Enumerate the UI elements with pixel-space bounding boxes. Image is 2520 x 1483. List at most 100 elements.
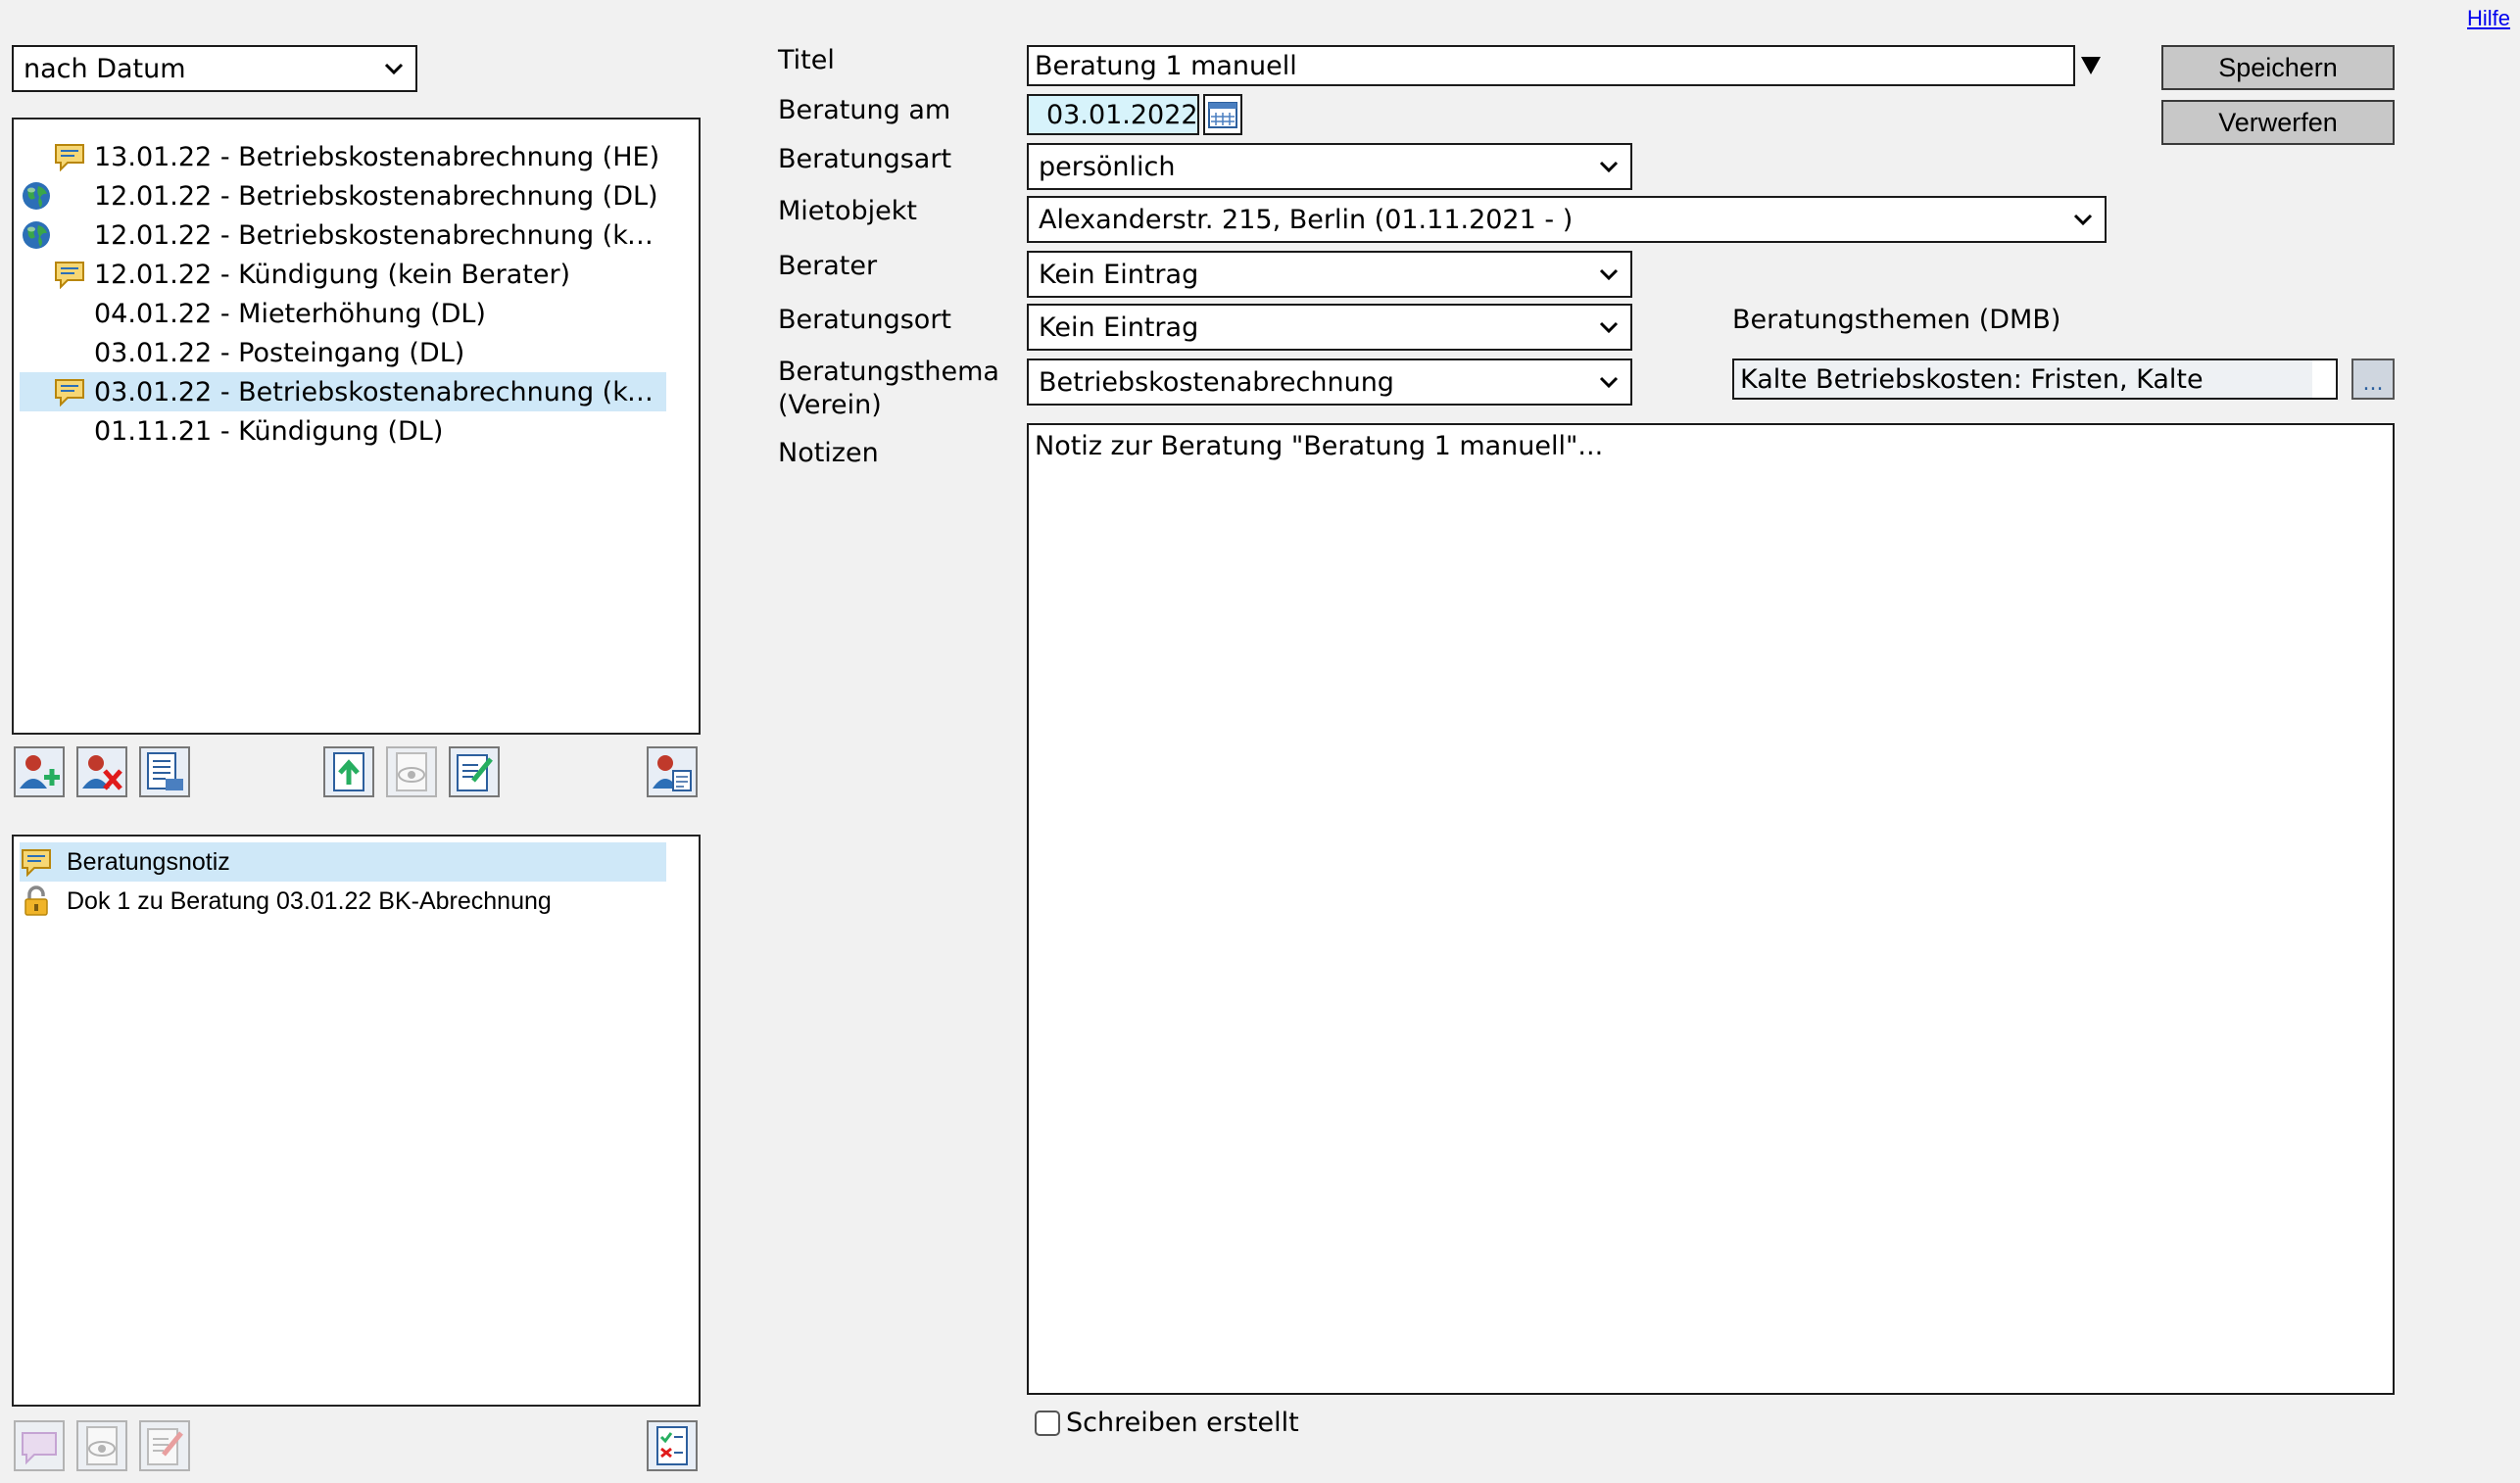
lock-icon (20, 885, 53, 918)
sort-select-value: nach Datum (24, 53, 186, 84)
document-list[interactable]: Beratungsnotiz Dok 1 zu Beratung 03.01.22… (12, 835, 701, 1407)
list-item[interactable]: 12.01.22 - Kündigung (kein Berater) (20, 255, 666, 294)
notes-label: Notizen (778, 438, 879, 468)
place-select[interactable]: Kein Eintrag (1027, 304, 1632, 351)
list-item[interactable]: 03.01.22 - Betriebskostenabrechnung (kei… (20, 372, 666, 411)
document-list-icon (147, 752, 183, 790)
list-item-label: 12.01.22 - Kündigung (kein Berater) (94, 259, 571, 290)
help-link[interactable]: Hilfe (2467, 6, 2510, 31)
speech-bubble-icon (22, 1432, 57, 1465)
type-select-value: persönlich (1039, 151, 1176, 182)
upload-icon (333, 752, 364, 791)
date-label: Beratung am (778, 95, 951, 125)
note-icon (53, 140, 86, 173)
title-input-value: Beratung 1 manuell (1035, 50, 1297, 81)
consultation-details-button[interactable] (139, 746, 190, 797)
edit-icon (457, 754, 493, 791)
view-note-button[interactable] (76, 1420, 127, 1471)
chevron-down-icon (1597, 370, 1621, 394)
notes-textarea-value: Notiz zur Beratung "Beratung 1 manuell".… (1035, 431, 1604, 461)
consultation-list[interactable]: 13.01.22 - Betriebskostenabrechnung (HE)… (12, 118, 701, 735)
add-consultation-button[interactable] (14, 746, 65, 797)
topic-select-value: Betriebskostenabrechnung (1039, 366, 1394, 398)
notes-textarea[interactable]: Notiz zur Beratung "Beratung 1 manuell".… (1027, 423, 2395, 1395)
list-item-label: 03.01.22 - Posteingang (DL) (94, 337, 465, 368)
eye-icon (86, 1426, 118, 1465)
object-select[interactable]: Alexanderstr. 215, Berlin (01.11.2021 - … (1027, 196, 2107, 243)
title-dropdown-button[interactable] (2075, 45, 2107, 86)
view-document-button[interactable] (386, 746, 437, 797)
chevron-down-icon (2071, 208, 2095, 231)
save-button[interactable]: Speichern (2161, 45, 2395, 90)
title-input[interactable]: Beratung 1 manuell (1027, 45, 2075, 86)
list-item[interactable]: 12.01.22 - Betriebskostenabrechnung (DL) (20, 176, 666, 215)
topic-select[interactable]: Betriebskostenabrechnung (1027, 359, 1632, 406)
object-label: Mietobjekt (778, 196, 917, 226)
date-picker-button[interactable] (1203, 94, 1242, 135)
user-document-icon (653, 755, 692, 791)
list-item[interactable]: 01.11.21 - Kündigung (DL) (20, 411, 666, 451)
list-item-label: 12.01.22 - Betriebskostenabrechnung (kei… (94, 219, 666, 251)
discard-button[interactable]: Verwerfen (2161, 100, 2395, 145)
edit-note-button[interactable] (139, 1420, 190, 1471)
topic-label: Beratungsthema (Verein) (778, 356, 999, 422)
list-item[interactable]: 12.01.22 - Betriebskostenabrechnung (kei… (20, 215, 666, 255)
note-icon (20, 845, 53, 879)
new-note-button[interactable] (14, 1420, 65, 1471)
dmb-topics-browse-button[interactable]: ... (2351, 359, 2395, 400)
list-item[interactable]: 13.01.22 - Betriebskostenabrechnung (HE) (20, 137, 666, 176)
list-item[interactable]: Dok 1 zu Beratung 03.01.22 BK-Abrechnung (20, 882, 666, 921)
list-item-label: 04.01.22 - Mieterhöhung (DL) (94, 298, 486, 329)
chevron-down-icon (1597, 315, 1621, 339)
list-item-label: 12.01.22 - Betriebskostenabrechnung (DL) (94, 180, 658, 212)
type-select[interactable]: persönlich (1027, 143, 1632, 190)
topic-label-line-1: Beratungsthema (778, 357, 999, 387)
advisor-select-value: Kein Eintrag (1039, 259, 1199, 290)
place-select-value: Kein Eintrag (1039, 311, 1199, 343)
edit-document-button[interactable] (449, 746, 500, 797)
title-label: Titel (778, 45, 835, 75)
add-user-icon (20, 755, 60, 789)
object-select-value: Alexanderstr. 215, Berlin (01.11.2021 - … (1039, 204, 1574, 235)
note-icon (53, 258, 86, 291)
date-input-value: 03.01.2022 (1046, 99, 1198, 130)
chevron-down-icon (1597, 263, 1621, 286)
triangle-down-icon (2081, 57, 2101, 74)
checklist-button[interactable] (647, 1420, 698, 1471)
dmb-topics-field[interactable]: Kalte Betriebskosten: Fristen, Kalte (1732, 359, 2338, 400)
date-input[interactable]: 03.01.2022 (1027, 94, 1199, 135)
list-item[interactable]: 03.01.22 - Posteingang (DL) (20, 333, 666, 372)
empty-icon (53, 297, 86, 330)
advisor-label: Berater (778, 251, 878, 281)
empty-icon (53, 336, 86, 369)
note-icon (53, 375, 86, 408)
list-item-label: 03.01.22 - Betriebskostenabrechnung (kei… (94, 376, 666, 407)
type-label: Beratungsart (778, 144, 952, 174)
consultation-report-button[interactable] (647, 746, 698, 797)
dmb-topics-value: Kalte Betriebskosten: Fristen, Kalte (1740, 363, 2204, 395)
list-item-label: Beratungsnotiz (67, 847, 230, 876)
topic-label-line-2: (Verein) (778, 390, 882, 420)
place-label: Beratungsort (778, 305, 952, 335)
eye-icon (396, 752, 427, 791)
checklist-icon (656, 1426, 688, 1465)
list-item[interactable]: 04.01.22 - Mieterhöhung (DL) (20, 294, 666, 333)
dmb-topics-browse-label: ... (2362, 371, 2384, 396)
calendar-icon (1208, 102, 1237, 128)
letter-created-label: Schreiben erstellt (1066, 1408, 1299, 1438)
delete-consultation-button[interactable] (76, 746, 127, 797)
advisor-select[interactable]: Kein Eintrag (1027, 251, 1632, 298)
chevron-down-icon (1597, 155, 1621, 178)
list-item-label: 13.01.22 - Betriebskostenabrechnung (HE) (94, 141, 660, 172)
globe-icon (20, 179, 53, 213)
list-item[interactable]: Beratungsnotiz (20, 842, 666, 882)
list-item-label: 01.11.21 - Kündigung (DL) (94, 415, 444, 447)
letter-created-checkbox[interactable] (1035, 1411, 1060, 1436)
chevron-down-icon (382, 57, 406, 80)
list-item-label: Dok 1 zu Beratung 03.01.22 BK-Abrechnung (67, 886, 552, 915)
globe-icon (20, 218, 53, 252)
sort-select[interactable]: nach Datum (12, 45, 417, 92)
edit-icon (147, 1428, 183, 1465)
delete-user-icon (82, 755, 122, 790)
upload-document-button[interactable] (323, 746, 374, 797)
